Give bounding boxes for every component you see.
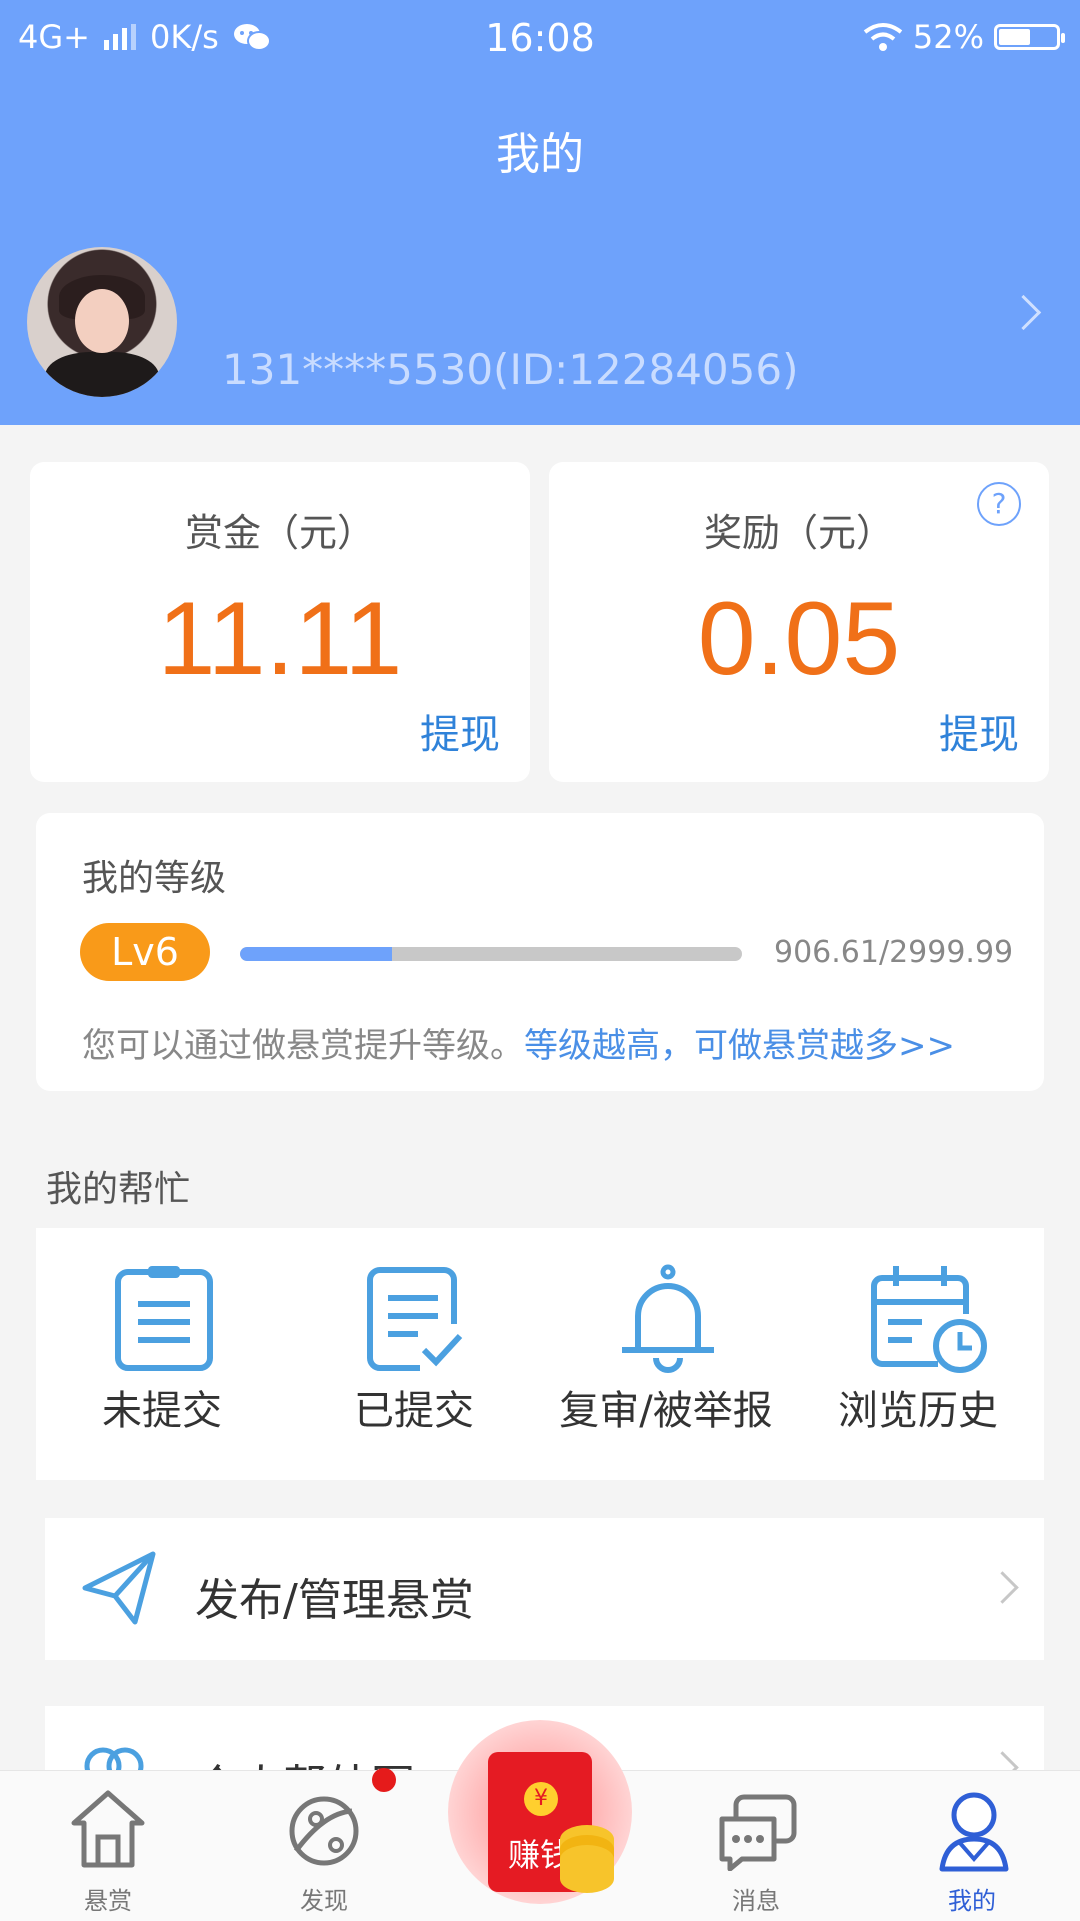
yuan-coin-icon: ¥ xyxy=(524,1782,558,1816)
level-hint-link[interactable]: 等级越高，可做悬赏越多>> xyxy=(524,1026,955,1066)
battery-percent: 52% xyxy=(912,18,984,56)
tab-label: 我的 xyxy=(948,1887,996,1915)
level-progress-text: 906.61/2999.99 xyxy=(774,935,1014,970)
tab-mine[interactable]: 我的 xyxy=(864,1771,1080,1921)
profile-icon xyxy=(939,1792,1009,1872)
home-icon xyxy=(71,1790,145,1868)
tab-messages[interactable]: 消息 xyxy=(648,1771,864,1921)
level-title: 我的等级 xyxy=(82,858,227,899)
paper-plane-icon xyxy=(82,1551,156,1625)
level-card: 我的等级 Lv6 906.61/2999.99 您可以通过做悬赏提升等级。等级越… xyxy=(36,813,1044,1091)
status-bar: 4G+ 0K/s 16:08 52% xyxy=(0,0,1080,76)
battery-icon xyxy=(994,24,1065,50)
tab-label: 消息 xyxy=(732,1887,780,1915)
chevron-right-icon xyxy=(986,1571,1019,1604)
level-progress-bar xyxy=(240,947,742,961)
tab-label: 悬赏 xyxy=(84,1887,132,1915)
bounty-card: 赏金（元） 11.11 提现 xyxy=(30,462,530,782)
checked-doc-icon xyxy=(367,1267,463,1371)
level-badge: Lv6 xyxy=(80,923,210,981)
user-id: 131****5530(ID:12284056) xyxy=(222,345,799,394)
notification-dot xyxy=(372,1768,396,1792)
clipboard-icon xyxy=(115,1266,213,1371)
publish-manage-bounty-row[interactable]: 发布/管理悬赏 xyxy=(45,1518,1044,1660)
help-item-history[interactable]: 浏览历史 xyxy=(792,1228,1044,1480)
tab-label: 发现 xyxy=(300,1887,348,1915)
bounty-amount: 11.11 xyxy=(157,581,403,697)
reward-title: 奖励（元） xyxy=(703,511,894,555)
bounty-title: 赏金（元） xyxy=(184,511,375,555)
reward-withdraw-button[interactable]: 提现 xyxy=(939,702,1019,760)
help-item-review[interactable]: 复审/被举报 xyxy=(540,1228,792,1480)
publish-manage-label: 发布/管理悬赏 xyxy=(195,1575,474,1626)
personal-circle-label: 个人帮外圈 xyxy=(195,1750,415,1770)
planet-icon xyxy=(289,1796,359,1866)
help-item-label: 已提交 xyxy=(354,1388,474,1434)
help-item-label: 未提交 xyxy=(102,1388,222,1434)
avatar[interactable] xyxy=(27,247,177,397)
page-title: 我的 xyxy=(496,129,584,180)
my-help-grid: 未提交 已提交 复审/被举报 浏览历史 xyxy=(36,1228,1044,1480)
profile-header: 4G+ 0K/s 16:08 52% 我的 131****5530(ID:122… xyxy=(0,0,1080,425)
people-icon xyxy=(84,1747,144,1770)
bounty-withdraw-button[interactable]: 提现 xyxy=(420,702,500,760)
help-item-label: 复审/被举报 xyxy=(559,1388,773,1434)
tab-discover[interactable]: 发现 xyxy=(216,1771,432,1921)
chevron-right-icon[interactable] xyxy=(1005,294,1042,331)
help-item-unsubmitted[interactable]: 未提交 xyxy=(36,1228,288,1480)
my-help-title: 我的帮忙 xyxy=(46,1169,191,1210)
wifi-icon xyxy=(863,23,903,51)
chat-icon xyxy=(719,1794,797,1871)
calendar-clock-icon xyxy=(871,1266,987,1373)
level-hint-text: 您可以通过做悬赏提升等级。 xyxy=(82,1026,524,1066)
level-hint: 您可以通过做悬赏提升等级。等级越高，可做悬赏越多>> xyxy=(82,1018,955,1067)
help-item-submitted[interactable]: 已提交 xyxy=(288,1228,540,1480)
reward-card: ? 奖励（元） 0.05 提现 xyxy=(549,462,1049,782)
help-item-label: 浏览历史 xyxy=(838,1388,998,1434)
reward-amount: 0.05 xyxy=(697,581,901,697)
bell-icon xyxy=(622,1264,714,1373)
chevron-right-icon xyxy=(986,1751,1019,1770)
coin-stack-icon xyxy=(560,1845,614,1893)
tab-bounty[interactable]: 悬赏 xyxy=(0,1771,216,1921)
